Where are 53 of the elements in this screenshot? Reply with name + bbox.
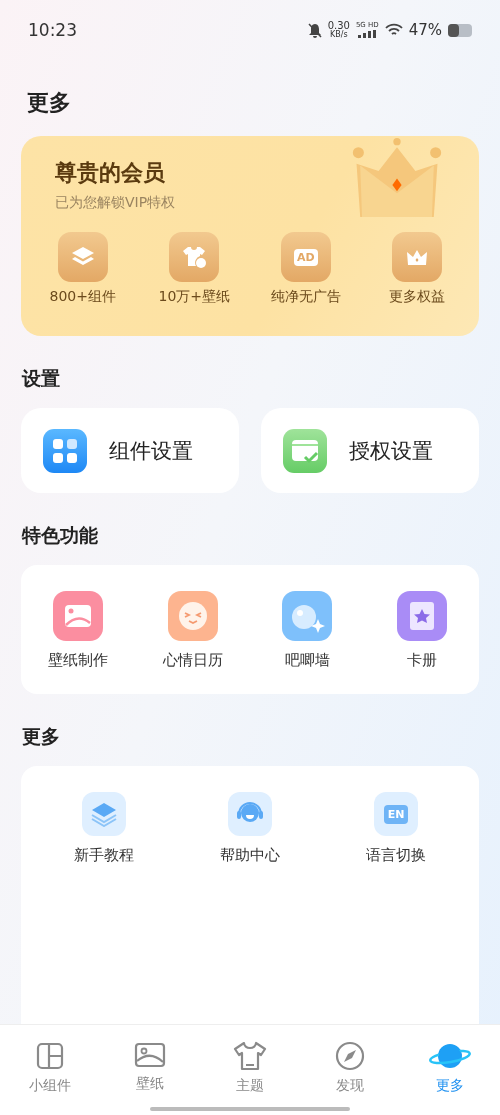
tab-item[interactable]: 更多 xyxy=(400,1025,500,1115)
settings-card[interactable]: 授权设置 xyxy=(261,408,479,493)
wifi-icon xyxy=(384,23,403,37)
settings-label: 组件设置 xyxy=(109,437,193,465)
smiley-icon xyxy=(167,591,218,641)
more-label[interactable]: 语言切换 xyxy=(366,846,426,865)
tab-item[interactable]: 壁纸 xyxy=(100,1025,200,1115)
layers-icon xyxy=(70,246,95,268)
compass-icon xyxy=(335,1041,365,1071)
picture-icon xyxy=(53,591,104,641)
ad-icon: AD xyxy=(293,248,318,266)
layout-icon xyxy=(35,1041,65,1071)
network-speed: 0.30 xyxy=(327,21,350,31)
battery-percent: 47% xyxy=(408,21,442,39)
section-title: 设置 xyxy=(22,366,61,391)
shirt-icon xyxy=(181,245,208,269)
more-label[interactable]: 帮助中心 xyxy=(220,846,280,865)
window-check-icon xyxy=(283,428,327,473)
page-title: 更多 xyxy=(27,89,72,117)
perk-label: 800+组件 xyxy=(49,288,116,306)
speed-unit: KB/s xyxy=(329,31,348,39)
vip-subtitle: 已为您解锁VIP特权 xyxy=(55,194,177,212)
feature-label[interactable]: 心情日历 xyxy=(162,651,223,670)
star-card-icon xyxy=(396,591,447,641)
perk-label: 更多权益 xyxy=(389,288,446,306)
language-icon: EN xyxy=(374,792,418,836)
headset-icon xyxy=(228,792,272,836)
layers-icon xyxy=(82,792,126,836)
feature-label[interactable]: 卡册 xyxy=(406,651,437,670)
tab-item[interactable]: 主题 xyxy=(200,1025,300,1115)
tab-item[interactable]: 小组件 xyxy=(0,1025,100,1115)
vip-title: 尊贵的会员 xyxy=(55,159,166,187)
section-title: 特色功能 xyxy=(22,523,99,548)
bubble-sparkle-icon xyxy=(282,591,333,641)
feature-label[interactable]: 壁纸制作 xyxy=(48,651,109,670)
section-title: 更多 xyxy=(22,724,61,749)
grid-icon xyxy=(43,428,87,473)
shirt-icon xyxy=(233,1041,267,1071)
signal-icon xyxy=(358,30,377,38)
battery-icon xyxy=(448,23,472,37)
tab-item[interactable]: 发现 xyxy=(300,1025,400,1115)
status-time: 10:23 xyxy=(28,20,78,40)
settings-label: 授权设置 xyxy=(349,437,433,465)
vip-card[interactable]: 尊贵的会员 已为您解锁VIP特权 800+组件 10万+壁纸 AD 纯净无广告 更多权益 xyxy=(21,136,479,336)
perk-label: 10万+壁纸 xyxy=(158,288,230,306)
feature-label[interactable]: 吧唧墙 xyxy=(284,651,330,670)
more-label[interactable]: 新手教程 xyxy=(74,846,134,865)
settings-card[interactable]: 组件设置 xyxy=(21,408,239,493)
bell-muted-icon xyxy=(307,22,322,38)
crown-icon xyxy=(406,248,429,266)
planet-icon xyxy=(428,1041,472,1071)
perk-label: 纯净无广告 xyxy=(270,288,341,306)
image-icon xyxy=(134,1041,166,1069)
